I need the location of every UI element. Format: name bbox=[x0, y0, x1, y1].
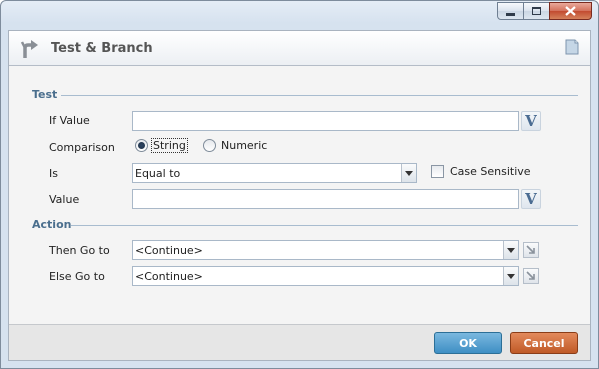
is-select[interactable]: Equal to bbox=[132, 163, 417, 183]
value-variable-button[interactable]: V bbox=[521, 189, 541, 209]
note-icon[interactable] bbox=[565, 39, 579, 58]
action-section-divider bbox=[71, 225, 578, 226]
numeric-radio-label[interactable]: Numeric bbox=[221, 139, 267, 152]
close-icon bbox=[565, 6, 576, 16]
is-label: Is bbox=[49, 167, 58, 180]
chevron-down-icon[interactable] bbox=[401, 164, 416, 182]
then-go-to-select[interactable]: <Continue> bbox=[132, 240, 519, 260]
string-radio-label[interactable]: String bbox=[151, 138, 188, 153]
is-select-value: Equal to bbox=[135, 167, 181, 180]
chevron-down-icon[interactable] bbox=[503, 267, 518, 285]
else-go-to-select[interactable]: <Continue> bbox=[132, 266, 519, 286]
window-controls bbox=[497, 2, 592, 20]
close-button[interactable] bbox=[549, 2, 592, 20]
comparison-label: Comparison bbox=[49, 141, 115, 154]
test-section-divider bbox=[61, 95, 578, 96]
then-go-to-value: <Continue> bbox=[135, 244, 203, 257]
if-value-variable-button[interactable]: V bbox=[521, 111, 541, 131]
else-go-to-button[interactable] bbox=[523, 268, 539, 284]
dialog-title: Test & Branch bbox=[51, 41, 153, 56]
value-input[interactable] bbox=[132, 189, 519, 209]
dialog-footer: OK Cancel bbox=[9, 324, 590, 360]
cancel-button[interactable]: Cancel bbox=[510, 332, 578, 354]
dialog-window: Test & Branch Test If Value V Comparison… bbox=[0, 0, 599, 369]
case-sensitive-label[interactable]: Case Sensitive bbox=[450, 165, 531, 178]
else-go-to-value: <Continue> bbox=[135, 270, 203, 283]
branch-arrow-icon bbox=[19, 39, 39, 62]
if-value-input[interactable] bbox=[132, 111, 519, 131]
case-sensitive-checkbox[interactable] bbox=[431, 165, 444, 178]
numeric-radio[interactable] bbox=[203, 139, 216, 152]
dialog-header: Test & Branch bbox=[9, 31, 590, 66]
maximize-button[interactable] bbox=[523, 2, 550, 20]
value-label: Value bbox=[49, 193, 80, 206]
string-radio[interactable] bbox=[135, 139, 148, 152]
test-section-label: Test bbox=[32, 88, 58, 101]
minimize-icon bbox=[506, 12, 515, 16]
else-go-to-label: Else Go to bbox=[49, 270, 105, 283]
maximize-icon bbox=[532, 7, 541, 15]
then-go-to-label: Then Go to bbox=[49, 244, 110, 257]
if-value-label: If Value bbox=[49, 114, 90, 127]
then-go-to-button[interactable] bbox=[523, 242, 539, 258]
goto-arrow-icon bbox=[526, 271, 535, 280]
dialog-client-area: Test & Branch Test If Value V Comparison… bbox=[8, 30, 591, 361]
minimize-button[interactable] bbox=[497, 2, 524, 20]
ok-button[interactable]: OK bbox=[434, 332, 502, 354]
goto-arrow-icon bbox=[526, 245, 535, 254]
chevron-down-icon[interactable] bbox=[503, 241, 518, 259]
action-section-label: Action bbox=[32, 218, 72, 231]
